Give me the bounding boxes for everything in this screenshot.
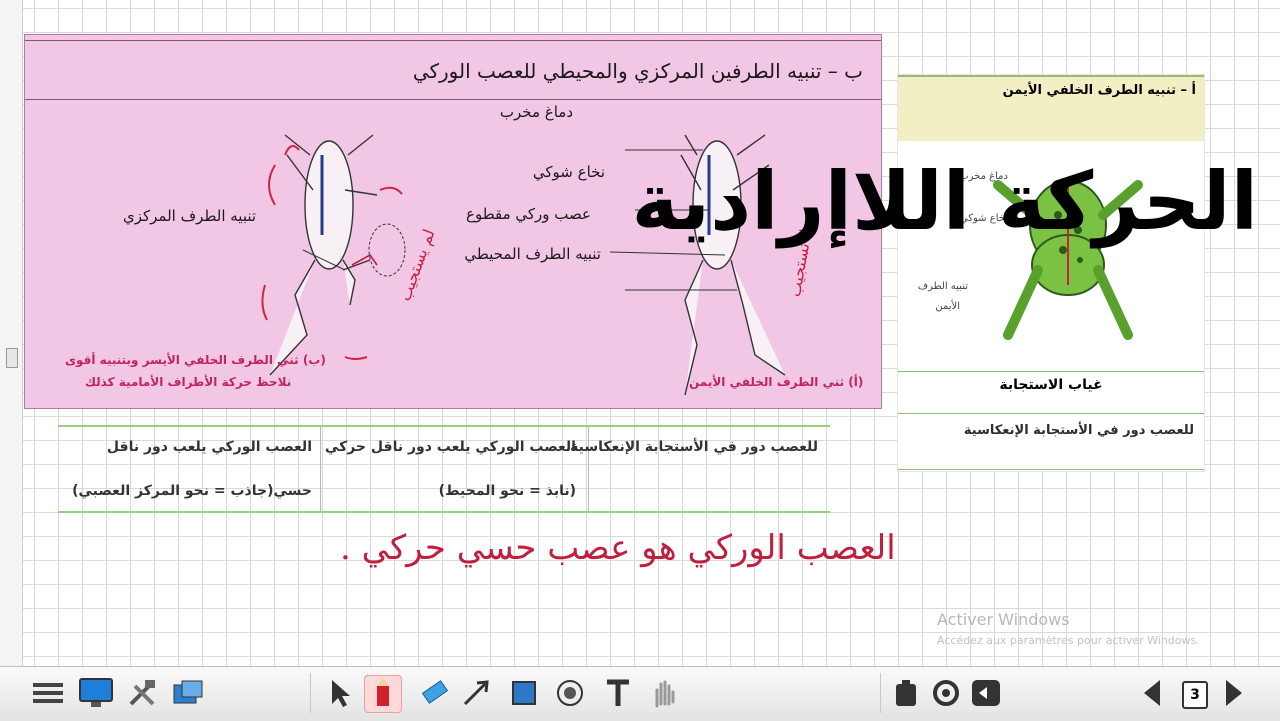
table-column-divider xyxy=(320,427,321,511)
shape-button[interactable] xyxy=(506,675,542,711)
table-cell-reflex-role: للعصب دور في الأستجابة الإنعكاسية xyxy=(570,439,818,455)
summary-table: للعصب دور في الأستجابة الإنعكاسية العصب … xyxy=(58,425,830,513)
previous-page-button[interactable] xyxy=(1134,675,1170,711)
table-top-border xyxy=(58,425,830,427)
caption-left-line2: نلاحظ حركة الأطراف الأمامية كذلك xyxy=(85,375,292,389)
settings-button[interactable] xyxy=(928,675,964,711)
page-number[interactable]: 3 xyxy=(1182,681,1208,709)
delete-button[interactable] xyxy=(888,675,924,711)
panel-a-divider xyxy=(898,413,1204,414)
panel-a-divider xyxy=(898,371,1204,372)
rectangle-icon xyxy=(512,681,536,705)
arrow-line-icon xyxy=(463,680,489,706)
menu-icon xyxy=(33,683,63,703)
fill-bucket-icon xyxy=(557,680,583,706)
chevron-right-icon xyxy=(1226,680,1242,706)
panel-b-header-line xyxy=(25,40,881,41)
page-headline: الحركة اللاإرادية xyxy=(631,155,1258,248)
caption-right: (أ) ثني الطرف الخلفي الأيمن xyxy=(689,375,864,389)
highlighter-button[interactable] xyxy=(416,675,452,711)
whiteboard-toolbar: 3 xyxy=(0,666,1280,721)
panel-b-title: ب – تنبيه الطرفين المركزي والمحيطي للعصب… xyxy=(412,59,863,83)
panel-a-divider xyxy=(898,469,1204,470)
watermark-subtitle: Accédez aux paramètres pour activer Wind… xyxy=(937,634,1200,647)
trash-icon xyxy=(896,680,916,706)
tools-icon xyxy=(129,680,155,706)
gear-icon xyxy=(933,680,959,706)
select-button[interactable] xyxy=(322,675,358,711)
left-scroll-strip[interactable] xyxy=(0,0,23,668)
table-bottom-border xyxy=(58,511,830,513)
label-peripheral-stimulation: تنبيه الطرف المحيطي xyxy=(464,245,601,263)
table-cell-sensory-line1: العصب الوركي يلعب دور ناقل xyxy=(106,439,312,455)
textbook-panel-a: أ – تنبيه الطرف الخلفي الأيمن دماغ مخرب … xyxy=(897,74,1205,472)
panel-a-no-response: غياب الاستجابة xyxy=(999,377,1103,393)
gallery-icon xyxy=(173,680,203,704)
menu-button[interactable] xyxy=(30,675,66,711)
undo-icon xyxy=(972,680,1000,706)
gallery-button[interactable] xyxy=(170,675,206,711)
table-cell-sensory-line2: حسي(جاذب = نحو المركز العصبي) xyxy=(72,483,312,499)
undo-button[interactable] xyxy=(968,675,1004,711)
panel-a-header: أ – تنبيه الطرف الخلفي الأيمن xyxy=(898,75,1204,141)
next-page-button[interactable] xyxy=(1216,675,1252,711)
table-cell-motor-line1: العصب الوركي يلعب دور ناقل حركي xyxy=(324,439,576,455)
panel-a-title: أ – تنبيه الطرف الخلفي الأيمن xyxy=(1002,83,1196,98)
text-button[interactable] xyxy=(600,675,636,711)
watermark-title: Activer Windows xyxy=(937,610,1070,629)
fill-button[interactable] xyxy=(552,675,588,711)
table-cell-motor-line2: (نابذ = نحو المحيط) xyxy=(438,483,576,499)
label-central-stimulation: تنبيه الطرف المركزي xyxy=(123,207,257,225)
pen-button[interactable] xyxy=(364,675,402,713)
chevron-left-icon xyxy=(1144,680,1160,706)
panel-a-label-stim1: تنبيه الطرف xyxy=(917,281,968,292)
left-scroll-handle[interactable] xyxy=(6,348,18,368)
text-icon xyxy=(607,679,629,706)
panel-a-reflex-role: للعصب دور في الأستجابة الإنعكاسية xyxy=(963,423,1194,438)
panel-a-label-stim2: الأيمن xyxy=(935,301,960,312)
toolbar-separator xyxy=(880,673,881,713)
hand-icon xyxy=(655,680,675,708)
tools-button[interactable] xyxy=(124,675,160,711)
cursor-icon xyxy=(332,680,350,707)
screen-button[interactable] xyxy=(78,675,114,711)
label-brain-destroyed: دماغ مخرب xyxy=(499,103,573,121)
handwritten-note: العصب الوركي هو عصب حسي حركي . xyxy=(340,528,896,568)
caption-left-line1: (ب) ثني الطرف الخلفي الأيسر وبتنبيه أقوى xyxy=(65,353,326,367)
pen-icon xyxy=(377,678,389,706)
label-spinal-cord: نخاع شوكي xyxy=(532,163,605,181)
highlighter-icon xyxy=(421,680,449,704)
label-cut-sciatic-nerve: عصب وركي مقطوع xyxy=(466,205,591,223)
monitor-icon xyxy=(79,678,113,707)
line-button[interactable] xyxy=(458,675,494,711)
pan-button[interactable] xyxy=(646,675,682,711)
toolbar-separator xyxy=(310,673,311,713)
